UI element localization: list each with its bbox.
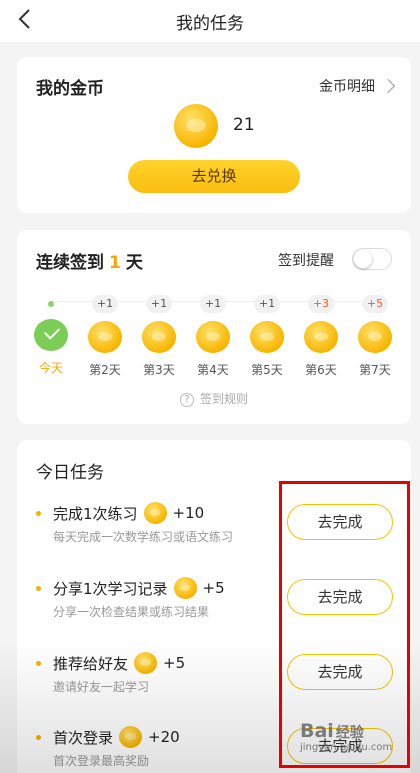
task-name: 完成1次练习 +10 — [53, 502, 204, 524]
day-bonus: +1 — [253, 295, 281, 313]
day-label: 今天 — [38, 361, 63, 375]
task-reward: +5 — [163, 654, 186, 672]
coin-detail-label: 金币明细 — [319, 79, 375, 95]
checkin-day: +3 第6天 — [296, 292, 346, 378]
day-label: 第5天 — [251, 363, 283, 377]
task-reward: +5 — [202, 579, 225, 597]
task-name: 推荐给好友 +5 — [53, 652, 185, 674]
coin-icon — [173, 577, 197, 599]
task-title: 首次登录 — [53, 728, 114, 747]
checkin-title: 连续签到 1 天 — [36, 248, 143, 273]
coins-card: 我的金币 金币明细 21 去兑换 — [17, 57, 411, 213]
task-desc: 首次登录最高奖励 — [53, 754, 150, 768]
coin-detail-link[interactable]: 金币明细 — [319, 76, 396, 96]
checkmark-icon — [34, 319, 68, 351]
coin-icon — [174, 104, 218, 148]
coin-icon — [143, 502, 167, 524]
task-desc: 分享一次检查结果或练习结果 — [53, 605, 210, 619]
bullet-icon — [36, 735, 41, 740]
watermark-brand-text: Bai — [300, 720, 334, 742]
coin-icon — [196, 321, 230, 353]
watermark: Bai 经验 jingyan.baidu.com — [300, 720, 415, 770]
task-title: 分享1次学习记录 — [53, 579, 168, 598]
coin-amount: 21 — [233, 115, 255, 135]
checkin-card: 连续签到 1 天 签到提醒 今天 +1 第2天 +1 第3天 +1 第4天 +1 第… — [17, 230, 411, 424]
checkin-day: +1 第3天 — [134, 292, 184, 378]
checkin-title-prefix: 连续签到 — [36, 253, 104, 273]
coin-icon — [142, 321, 176, 353]
watermark-brand: Bai 经验 — [300, 720, 415, 742]
nav-bar: 我的任务 — [0, 0, 420, 42]
checkin-day: +1 第4天 — [188, 292, 238, 378]
checkin-day: +5 第7天 — [350, 292, 400, 378]
day-label: 第3天 — [143, 363, 175, 377]
rules-label: 签到规则 — [199, 392, 248, 406]
coins-title: 我的金币 — [36, 79, 104, 99]
coin-icon — [119, 726, 143, 748]
coin-icon — [250, 321, 284, 353]
day-label: 第6天 — [305, 363, 337, 377]
task-desc: 每天完成一次数学练习或语文练习 — [53, 530, 234, 544]
today-dot — [48, 301, 54, 307]
day-bonus: +3 — [307, 295, 335, 313]
day-bonus: +5 — [361, 295, 389, 313]
chevron-right-icon — [380, 78, 396, 94]
task-reward: +20 — [148, 728, 180, 746]
day-label: 第4天 — [197, 363, 229, 377]
checkin-days: 1 — [109, 253, 121, 273]
coin-icon — [134, 652, 158, 674]
reminder-toggle[interactable] — [352, 248, 392, 270]
task-desc: 邀请好友一起学习 — [53, 680, 150, 694]
coin-icon — [358, 321, 392, 353]
bullet-icon — [36, 661, 41, 666]
bullet-icon — [36, 511, 41, 516]
tasks-title: 今日任务 — [36, 463, 104, 483]
task-name: 首次登录 +20 — [53, 726, 180, 748]
task-title: 推荐给好友 — [53, 654, 129, 673]
day-label: 第7天 — [359, 363, 391, 377]
coin-icon — [304, 321, 338, 353]
task-reward: +10 — [172, 504, 205, 522]
exchange-button[interactable]: 去兑换 — [128, 160, 300, 193]
day-label: 第2天 — [89, 363, 121, 377]
task-title: 完成1次练习 — [53, 504, 138, 523]
checkin-day: +1 第5天 — [242, 292, 292, 378]
toggle-knob — [354, 250, 372, 268]
day-bonus: +1 — [199, 295, 227, 313]
coin-icon — [88, 321, 122, 353]
bullet-icon — [36, 586, 41, 591]
page-title: 我的任务 — [176, 14, 244, 34]
watermark-brand-suffix: 经验 — [335, 725, 364, 741]
day-bonus: +1 — [145, 295, 173, 313]
day-bonus: +1 — [91, 295, 119, 313]
watermark-url: jingyan.baidu.com — [300, 742, 393, 753]
checkin-rules-link[interactable]: ? 签到规则 — [17, 390, 411, 407]
checkin-day: 今天 — [26, 292, 76, 376]
question-icon: ? — [179, 392, 194, 407]
reminder-label: 签到提醒 — [278, 253, 334, 269]
checkin-day: +1 第2天 — [80, 292, 130, 378]
task-name: 分享1次学习记录 +5 — [53, 577, 225, 599]
checkin-title-suffix: 天 — [125, 253, 143, 273]
